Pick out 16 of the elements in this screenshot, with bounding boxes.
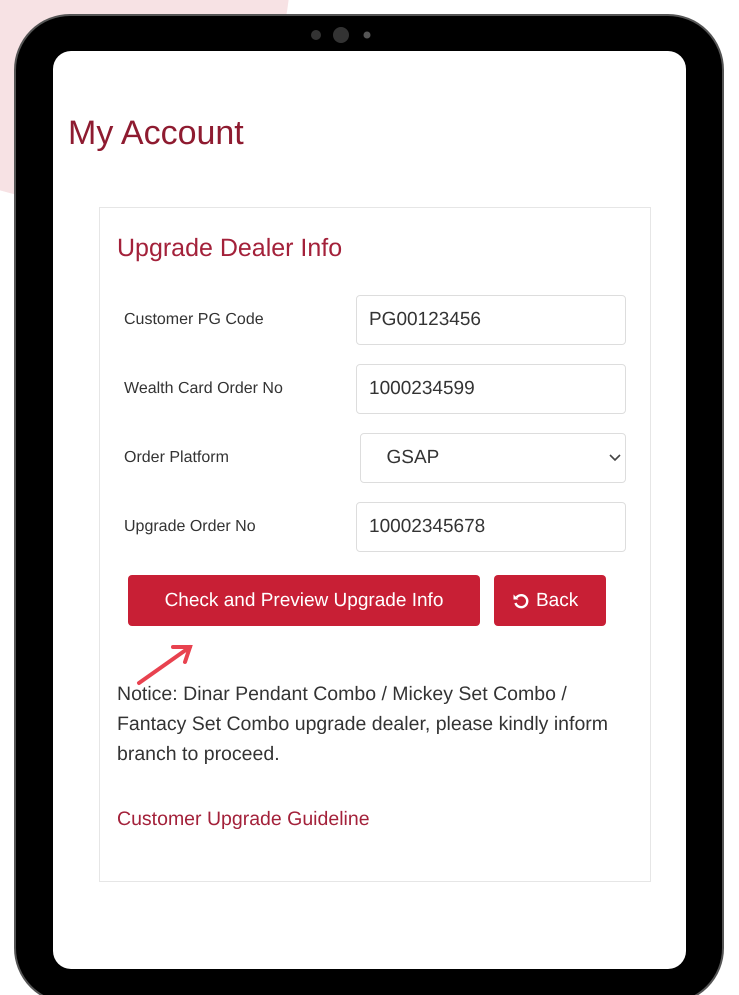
select-field[interactable]: GSAP: [360, 433, 626, 483]
field-label: Wealth Card Order No: [123, 380, 284, 398]
chevron-down-icon: [609, 454, 621, 462]
input-field[interactable]: PG00123456: [356, 295, 626, 345]
back-button[interactable]: Back: [494, 575, 606, 626]
undo-icon: [512, 592, 530, 610]
input-field[interactable]: 10002345678: [356, 502, 626, 552]
field-label: Customer PG Code: [123, 311, 265, 329]
guideline-link[interactable]: Customer Upgrade Guideline: [117, 808, 370, 831]
form-title: Upgrade Dealer Info: [117, 234, 344, 263]
input-field[interactable]: 1000234599: [356, 364, 626, 414]
field-label: Upgrade Order No: [123, 518, 257, 536]
page-title: My Account: [68, 114, 245, 153]
notice-text: Notice: Dinar Pendant Combo / Mickey Set Combo / Fantacy Set Combo upgrade dealer, please kindly inform branch to proceed.: [117, 682, 610, 767]
check-preview-button[interactable]: Check and Preview Upgrade Info: [128, 575, 480, 626]
field-label: Order Platform: [123, 449, 230, 467]
